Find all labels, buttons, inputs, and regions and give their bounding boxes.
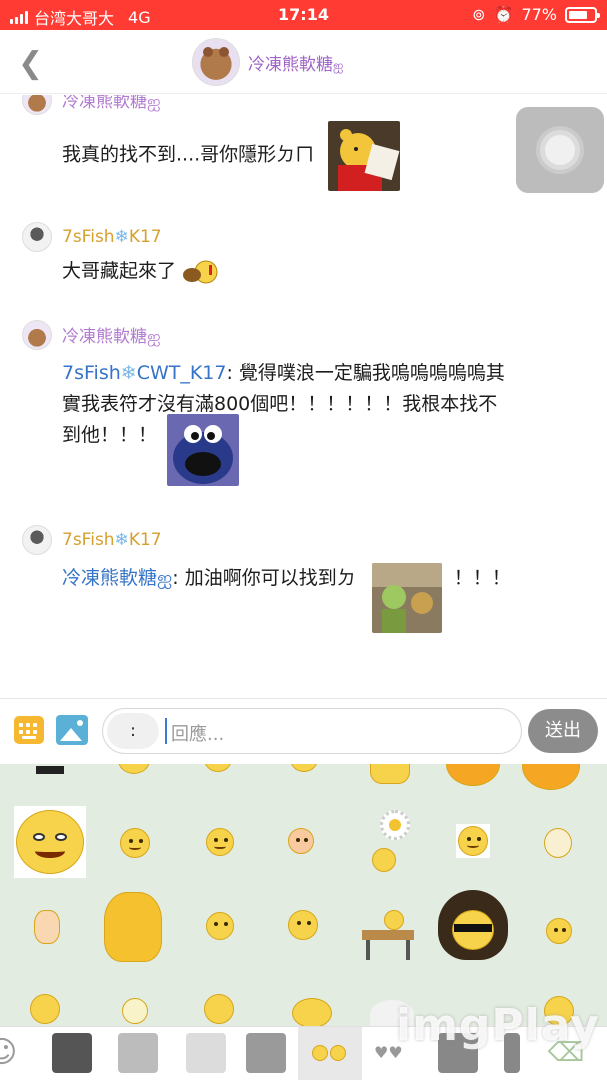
keyboard-icon[interactable] [14,716,44,744]
chat-title: 冷凍熊軟糖ஐ [192,38,343,86]
status-bar: 台湾大哥大 4G 17:14 ⊚ ⏰ 77% [0,0,607,30]
smiley-sticker[interactable] [30,994,60,1024]
tab-sticker-2[interactable] [118,1033,158,1073]
pooh-sticker [328,121,401,191]
sender-name[interactable]: 7sFish❄K17 [62,227,162,247]
fish-avatar[interactable] [22,222,52,252]
sticker-thumb[interactable] [36,766,64,774]
cookie-monster-sticker [167,414,240,486]
reply-placeholder: 回應... [171,724,225,745]
tab-sticker-3[interactable] [186,1033,226,1073]
smiley-sticker[interactable] [292,998,332,1026]
bear-avatar[interactable] [192,38,240,86]
battery-icon [565,6,600,23]
figures-sticker [371,563,442,633]
sender-name[interactable]: 7sFish❄K17 [62,530,162,550]
smiley-sticker[interactable] [206,828,234,856]
fish-avatar[interactable] [22,525,52,555]
title-suffix: ஐ [333,58,344,74]
smiley-sticker[interactable] [206,912,234,940]
smiley-sticker[interactable] [16,810,84,874]
duck-sticker[interactable] [104,892,162,962]
chat-message: 7sFish❄K17 冷凍熊軟糖ஐ : 加油啊你可以找到ㄉ ！！！ [22,525,511,633]
emoji-sticker[interactable] [290,764,318,772]
snowflake-icon: ❄ [114,530,129,550]
smiley-sticker[interactable] [288,828,314,854]
chat-title-name: 冷凍熊軟糖 [248,54,333,75]
bee-sticker[interactable] [204,994,234,1024]
tab-sticker-5[interactable] [298,1027,362,1080]
input-bar: : 回應... 送出 [0,698,607,764]
emoji-sticker[interactable] [370,764,410,784]
message-text: 到他！！！ [62,424,158,446]
emoji-sticker [183,260,218,283]
smiley-sticker[interactable] [544,828,572,858]
smiley-sticker[interactable] [122,998,148,1024]
smiley-sticker[interactable] [288,910,318,940]
message-text: 大哥藏起來了 [62,260,177,282]
rotation-lock-icon: ⊚ [472,5,486,24]
emoji-sticker[interactable] [446,764,500,786]
message-text: : 覺得噗浪一定騙我嗚嗚嗚嗚嗚其 [226,362,505,384]
bear-avatar[interactable] [22,95,52,115]
chat-area: 冷凍熊軟糖ஐ 我真的找不到....哥你隱形ㄉㄇ 7sFish❄K17 大哥藏起來… [0,95,607,698]
mention-link[interactable]: 冷凍熊軟糖ஐ [62,563,172,594]
smiley-sticker[interactable] [546,918,572,944]
smiley-sticker[interactable] [458,826,488,856]
chat-message: 冷凍熊軟糖ஐ 7sFish❄CWT_K17: 覺得噗浪一定騙我嗚嗚嗚嗚嗚其 實我… [22,320,505,486]
message-text: 我真的找不到....哥你隱形ㄉㄇ [62,143,315,166]
reply-input[interactable]: : 回應... [102,708,522,754]
message-text: ！！！ [453,567,511,589]
heart-smiley-tab[interactable]: ☺ [0,1033,26,1073]
emoji-sticker[interactable] [204,764,232,772]
emoji-sticker[interactable] [118,764,150,774]
snowflake-icon: ❄ [114,227,129,247]
hooded-sticker[interactable] [438,890,508,960]
smiley-sticker[interactable] [120,828,150,858]
status-right: ⊚ ⏰ 77% [472,5,600,24]
hand-sticker[interactable] [34,910,60,944]
chat-message: 冷凍熊軟糖ஐ 我真的找不到....哥你隱形ㄉㄇ [22,95,401,191]
chat-message: 7sFish❄K17 大哥藏起來了 [22,222,222,287]
emoji-prefix-chip[interactable]: : [107,713,159,749]
desk-sticker[interactable] [358,892,418,962]
chat-header: ❮ 冷凍熊軟糖ஐ [0,30,607,94]
imgplay-watermark: imgPlay [396,1000,600,1051]
sticker-panel [0,764,607,1026]
assistive-touch-button[interactable] [516,107,604,193]
sender-name[interactable]: 冷凍熊軟糖ஐ [62,322,161,349]
emoji-sticker[interactable] [522,764,580,790]
tab-sticker-1[interactable] [52,1033,92,1073]
mention-link[interactable]: 7sFish❄CWT_K17 [62,362,226,384]
back-chevron-icon[interactable]: ❮ [18,46,43,81]
message-text: 實我表符才沒有滿800個吧！！！！！！我根本找不 [62,393,498,415]
image-icon[interactable] [56,715,88,745]
send-button[interactable]: 送出 [528,709,598,753]
alarm-icon: ⏰ [493,5,514,24]
bear-avatar[interactable] [22,320,52,350]
flower-sticker[interactable] [372,810,416,874]
tab-sticker-4[interactable] [246,1033,286,1073]
message-text: : 加油啊你可以找到ㄉ [172,567,356,589]
sender-name[interactable]: 冷凍熊軟糖ஐ [62,95,161,114]
text-caret [165,718,167,744]
battery-percent: 77% [521,5,557,24]
snowflake-icon: ❄ [120,362,137,384]
